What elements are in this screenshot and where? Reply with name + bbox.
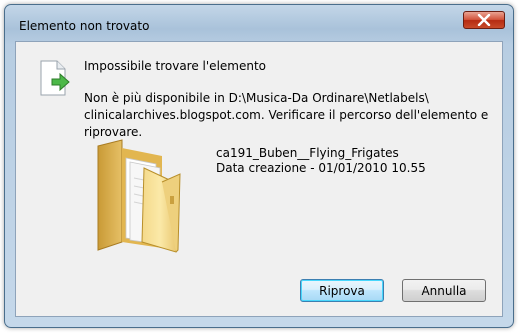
message-line-1: Non è più disponibile in D:\Musica-Da Or… xyxy=(84,91,429,105)
item-info: ca191_Buben__Flying_Frigates Data creazi… xyxy=(216,146,426,176)
close-button[interactable] xyxy=(463,11,505,29)
close-icon xyxy=(477,14,491,26)
dialog-heading: Impossibile trovare l'elemento xyxy=(84,59,267,73)
cancel-button[interactable]: Annulla xyxy=(402,279,486,302)
dialog-window: Elemento non trovato Impossibile trovare… xyxy=(4,4,514,328)
message-line-2: clinicalarchives.blogspot.com. Verificar… xyxy=(84,108,489,139)
window-title: Elemento non trovato xyxy=(19,19,150,33)
dialog-body: Impossibile trovare l'elemento Non è più… xyxy=(15,41,503,317)
item-date: Data creazione - 01/01/2010 10.55 xyxy=(216,161,426,175)
item-name: ca191_Buben__Flying_Frigates xyxy=(216,146,399,160)
dialog-message: Non è più disponibile in D:\Musica-Da Or… xyxy=(84,90,502,141)
document-arrow-icon xyxy=(38,60,72,101)
folder-icon xyxy=(92,138,188,257)
retry-button[interactable]: Riprova xyxy=(300,279,384,302)
